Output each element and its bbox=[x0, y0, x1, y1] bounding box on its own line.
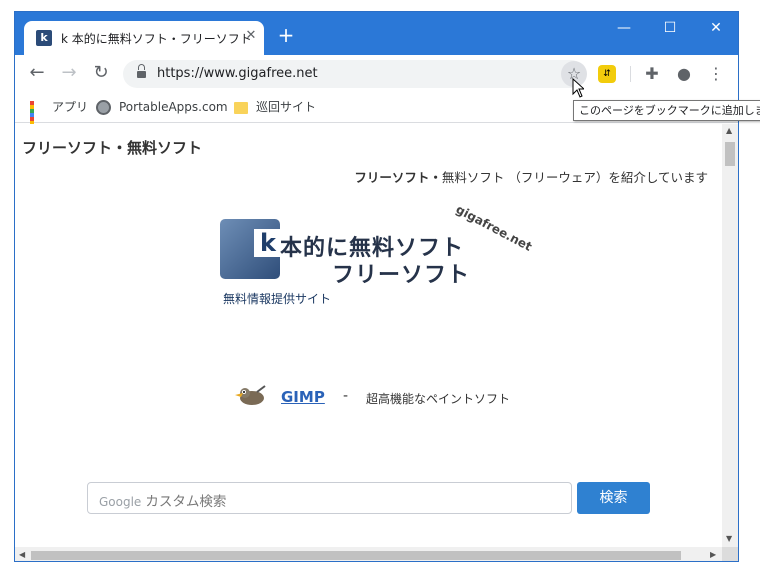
separator-dash: - bbox=[343, 388, 349, 404]
page-content: フリーソフト・無料ソフト フリーソフト・無料ソフト （フリーウェア）を紹介してい… bbox=[15, 124, 722, 547]
lead-bold: フリーソフト・ bbox=[354, 170, 442, 185]
mouse-cursor-icon bbox=[572, 78, 584, 98]
scroll-up-icon[interactable]: ▲ bbox=[726, 126, 732, 135]
reload-button[interactable]: ↻ bbox=[89, 62, 113, 86]
logo-k-letter: k bbox=[254, 229, 282, 257]
browser-tab[interactable]: k k 本的に無料ソフト・フリーソフト ✕ bbox=[24, 21, 264, 55]
toolbar-divider bbox=[630, 66, 631, 82]
extension-icon[interactable]: ⇵ bbox=[598, 65, 616, 83]
back-button[interactable]: ← bbox=[25, 62, 49, 86]
bookmark-label: アプリ bbox=[52, 100, 89, 114]
gimp-link[interactable]: GIMP bbox=[281, 388, 325, 406]
tab-close-icon[interactable]: ✕ bbox=[242, 27, 260, 45]
page-title: フリーソフト・無料ソフト bbox=[22, 139, 203, 157]
scroll-left-icon[interactable]: ◀ bbox=[19, 550, 25, 559]
featured-software: GIMP - 超高機能なペイントソフト bbox=[233, 383, 553, 413]
scroll-down-icon[interactable]: ▼ bbox=[726, 534, 732, 543]
vertical-scroll-thumb[interactable] bbox=[725, 142, 735, 166]
url-text[interactable]: https://www.gigafree.net bbox=[157, 66, 318, 81]
scroll-right-icon[interactable]: ▶ bbox=[710, 550, 716, 559]
bookmark-portableapps[interactable]: PortableApps.com bbox=[96, 98, 228, 116]
vertical-scrollbar[interactable]: ▲ ▼ bbox=[722, 124, 738, 547]
search-input[interactable]: Google カスタム検索 bbox=[87, 482, 572, 514]
tab-title: k 本的に無料ソフト・フリーソフト bbox=[61, 32, 252, 46]
folder-icon bbox=[234, 101, 248, 114]
search-button[interactable]: 検索 bbox=[577, 482, 650, 514]
logo-line2: フリーソフト bbox=[332, 263, 471, 288]
gimp-mascot-icon bbox=[235, 385, 266, 405]
minimize-button[interactable]: — bbox=[609, 18, 639, 38]
search-placeholder-text: カスタム検索 bbox=[145, 494, 227, 510]
new-tab-button[interactable]: + bbox=[275, 25, 297, 47]
browser-toolbar: ← → ↻ https://www.gigafree.net ☆ ⇵ ✚ ● ⋮ bbox=[15, 55, 738, 92]
address-bar[interactable]: https://www.gigafree.net ☆ bbox=[123, 60, 587, 88]
forward-button[interactable]: → bbox=[57, 62, 81, 86]
horizontal-scrollbar[interactable]: ◀ ▶ bbox=[15, 547, 722, 561]
lead-text: フリーソフト・無料ソフト （フリーウェア）を紹介しています bbox=[354, 167, 708, 186]
maximize-button[interactable]: ☐ bbox=[655, 18, 685, 38]
google-brand: Google bbox=[99, 495, 142, 509]
title-bar: k k 本的に無料ソフト・フリーソフト ✕ + — ☐ ✕ bbox=[15, 12, 738, 55]
profile-icon[interactable]: ● bbox=[672, 62, 696, 86]
gimp-description: 超高機能なペイントソフト bbox=[366, 392, 511, 406]
bookmark-apps[interactable]: アプリ bbox=[30, 98, 89, 137]
browser-window: k k 本的に無料ソフト・フリーソフト ✕ + — ☐ ✕ ← → ↻ http… bbox=[14, 11, 739, 562]
bookmark-folder[interactable]: 巡回サイト bbox=[234, 98, 316, 116]
bookmark-label: 巡回サイト bbox=[256, 100, 317, 114]
site-favicon-icon: k bbox=[36, 30, 52, 46]
apps-grid-icon bbox=[30, 100, 44, 137]
horizontal-scroll-thumb[interactable] bbox=[31, 551, 681, 560]
portableapps-icon bbox=[96, 100, 111, 115]
site-logo[interactable]: k 本的に無料ソフト フリーソフト gigafree.net 無料情報提供サイト bbox=[220, 202, 534, 307]
bookmark-tooltip: このページをブックマークに追加します bbox=[573, 100, 760, 121]
bookmark-label: PortableApps.com bbox=[119, 100, 228, 114]
menu-icon[interactable]: ⋮ bbox=[704, 62, 728, 86]
search-placeholder: Google カスタム検索 bbox=[99, 490, 226, 510]
lead-rest: 無料ソフト （フリーウェア）を紹介しています bbox=[441, 170, 708, 185]
extensions-puzzle-icon[interactable]: ✚ bbox=[640, 62, 664, 86]
logo-subtitle: 無料情報提供サイト bbox=[223, 292, 332, 306]
scrollbar-corner bbox=[722, 547, 738, 561]
close-window-button[interactable]: ✕ bbox=[701, 18, 731, 38]
lock-icon[interactable] bbox=[137, 64, 146, 79]
logo-domain: gigafree.net bbox=[453, 202, 535, 254]
